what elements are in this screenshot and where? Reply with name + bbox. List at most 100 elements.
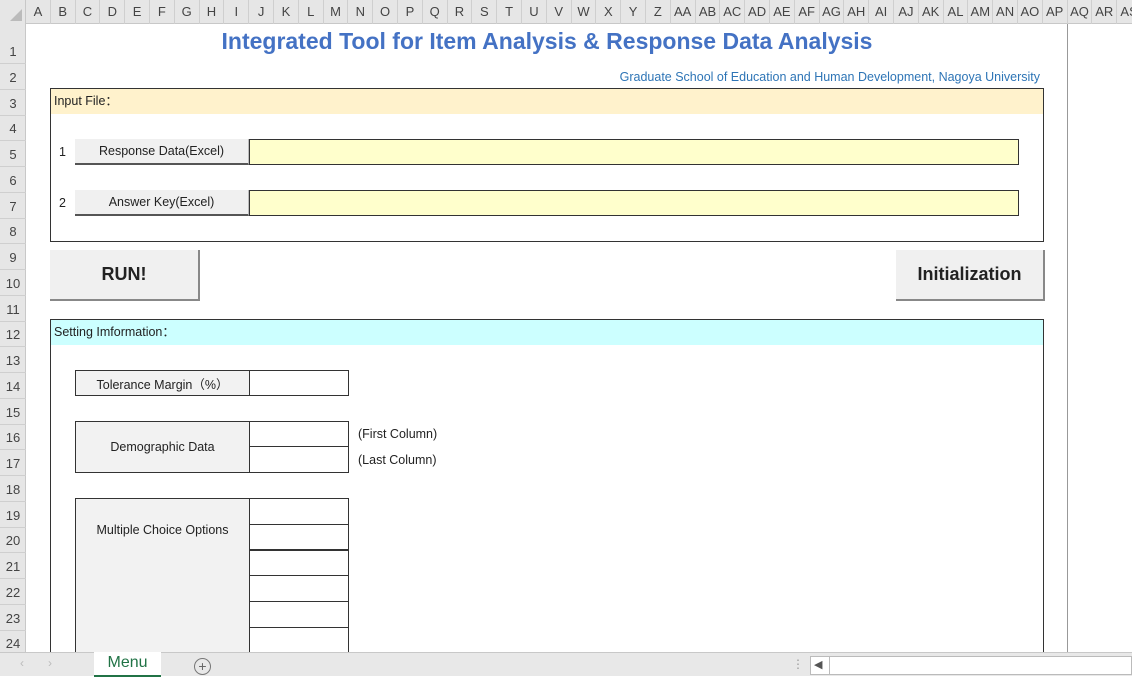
column-header[interactable]: Y bbox=[621, 0, 646, 24]
multiple-choice-option-input[interactable] bbox=[249, 601, 349, 628]
column-header[interactable]: AG bbox=[820, 0, 845, 24]
column-header[interactable]: AH bbox=[844, 0, 870, 24]
column-header[interactable]: U bbox=[522, 0, 547, 24]
column-header[interactable]: AM bbox=[968, 0, 994, 24]
multiple-choice-option-input[interactable] bbox=[249, 523, 349, 551]
column-header[interactable]: I bbox=[224, 0, 250, 24]
plus-circle-icon[interactable]: + bbox=[194, 658, 211, 675]
column-header[interactable]: AE bbox=[770, 0, 795, 24]
column-header[interactable]: J bbox=[249, 0, 274, 24]
column-header[interactable]: AD bbox=[745, 0, 770, 24]
input-file-section: Input File： bbox=[50, 88, 1044, 242]
row-header[interactable]: 5 bbox=[0, 141, 26, 167]
column-header[interactable]: AN bbox=[993, 0, 1018, 24]
column-header[interactable]: N bbox=[348, 0, 374, 24]
column-header[interactable]: T bbox=[497, 0, 522, 24]
item-number: 2 bbox=[59, 196, 66, 210]
column-header[interactable]: L bbox=[299, 0, 324, 24]
row-headers: 1 2 3 4 5 6 7 8 9 10 11 12 13 14 15 16 17 18 19 20 21 22 23 24 bbox=[0, 24, 26, 657]
row-header[interactable]: 9 bbox=[0, 244, 26, 270]
column-header[interactable]: E bbox=[125, 0, 150, 24]
row-header[interactable]: 8 bbox=[0, 219, 26, 245]
response-data-path-field[interactable] bbox=[249, 139, 1019, 165]
row-header[interactable]: 16 bbox=[0, 425, 26, 451]
row-header[interactable]: 21 bbox=[0, 553, 26, 579]
row-header[interactable]: 4 bbox=[0, 116, 26, 142]
row-header[interactable]: 17 bbox=[0, 450, 26, 476]
column-header[interactable]: B bbox=[51, 0, 76, 24]
column-header[interactable]: W bbox=[572, 0, 597, 24]
select-all-corner[interactable] bbox=[0, 0, 26, 24]
splitter-handle[interactable]: ⋮ bbox=[792, 657, 804, 671]
row-header[interactable]: 6 bbox=[0, 167, 26, 193]
column-header[interactable]: AF bbox=[795, 0, 820, 24]
column-header[interactable]: AP bbox=[1043, 0, 1068, 24]
column-header[interactable]: AK bbox=[919, 0, 944, 24]
column-header[interactable]: A bbox=[26, 0, 51, 24]
column-header[interactable]: Q bbox=[423, 0, 448, 24]
column-header[interactable]: AI bbox=[869, 0, 894, 24]
page-subtitle: Graduate School of Education and Human D… bbox=[619, 70, 1040, 84]
sheet-tab-menu[interactable]: Menu bbox=[94, 652, 161, 677]
row-header[interactable]: 3 bbox=[0, 90, 26, 116]
column-header[interactable]: AR bbox=[1092, 0, 1118, 24]
row-header[interactable]: 14 bbox=[0, 373, 26, 399]
demographic-first-column-input[interactable] bbox=[249, 421, 349, 447]
column-header[interactable]: P bbox=[398, 0, 423, 24]
column-header[interactable]: X bbox=[596, 0, 622, 24]
horizontal-scrollbar[interactable]: ◀ bbox=[810, 656, 1132, 675]
column-header[interactable]: AC bbox=[720, 0, 746, 24]
first-column-note: (First Column) bbox=[358, 427, 438, 441]
row-header[interactable]: 19 bbox=[0, 502, 26, 528]
last-column-note: (Last Column) bbox=[358, 453, 437, 467]
answer-key-button[interactable]: Answer Key(Excel) bbox=[75, 190, 249, 216]
column-header[interactable]: R bbox=[448, 0, 473, 24]
answer-key-path-field[interactable] bbox=[249, 190, 1019, 216]
column-header[interactable]: D bbox=[100, 0, 126, 24]
row-header[interactable]: 20 bbox=[0, 528, 26, 554]
column-header[interactable]: S bbox=[472, 0, 498, 24]
tolerance-margin-input[interactable] bbox=[249, 370, 349, 396]
column-header[interactable]: V bbox=[547, 0, 572, 24]
row-header[interactable]: 1 bbox=[0, 24, 26, 64]
setting-heading: Setting Imformation： bbox=[51, 320, 1043, 345]
column-header[interactable]: AO bbox=[1018, 0, 1043, 24]
column-header[interactable]: Z bbox=[646, 0, 671, 24]
demographic-data-label: Demographic Data bbox=[75, 421, 250, 473]
response-data-button[interactable]: Response Data(Excel) bbox=[75, 139, 249, 165]
column-header[interactable]: K bbox=[274, 0, 299, 24]
column-header[interactable]: O bbox=[373, 0, 398, 24]
scroll-left-arrow-icon[interactable]: ◀ bbox=[814, 658, 822, 671]
row-header[interactable]: 18 bbox=[0, 476, 26, 502]
demographic-last-column-input[interactable] bbox=[249, 446, 349, 473]
row-header[interactable]: 10 bbox=[0, 270, 26, 296]
scroll-left-icon[interactable]: ‹ bbox=[20, 656, 24, 670]
column-headers: A B C D E F G H I J K L M N O P Q R S T U V W X Y Z AA AB AC AD AE AF AG… bbox=[0, 0, 1132, 24]
run-button[interactable]: RUN! bbox=[50, 250, 200, 301]
initialization-button[interactable]: Initialization bbox=[896, 250, 1045, 301]
row-header[interactable]: 23 bbox=[0, 605, 26, 631]
scroll-right-icon[interactable]: › bbox=[48, 656, 52, 670]
multiple-choice-option-input[interactable] bbox=[249, 575, 349, 602]
row-header[interactable]: 7 bbox=[0, 193, 26, 219]
column-header[interactable]: AJ bbox=[894, 0, 919, 24]
row-header[interactable]: 15 bbox=[0, 399, 26, 425]
column-header[interactable]: M bbox=[324, 0, 349, 24]
row-header[interactable]: 12 bbox=[0, 322, 26, 348]
multiple-choice-option-input[interactable] bbox=[249, 498, 349, 525]
column-header[interactable]: G bbox=[175, 0, 200, 24]
column-header[interactable]: AQ bbox=[1068, 0, 1093, 24]
column-header[interactable]: AS bbox=[1117, 0, 1132, 24]
column-header[interactable]: AB bbox=[696, 0, 721, 24]
multiple-choice-option-input[interactable] bbox=[249, 549, 349, 576]
row-header[interactable]: 11 bbox=[0, 296, 26, 322]
row-header[interactable]: 22 bbox=[0, 579, 26, 605]
row-header[interactable]: 13 bbox=[0, 347, 26, 373]
column-header[interactable]: AL bbox=[944, 0, 969, 24]
column-header[interactable]: C bbox=[76, 0, 101, 24]
column-header[interactable]: H bbox=[200, 0, 225, 24]
column-header[interactable]: AA bbox=[671, 0, 696, 24]
column-header[interactable]: F bbox=[150, 0, 175, 24]
row-header[interactable]: 2 bbox=[0, 64, 26, 90]
multiple-choice-option-input[interactable] bbox=[249, 626, 349, 654]
